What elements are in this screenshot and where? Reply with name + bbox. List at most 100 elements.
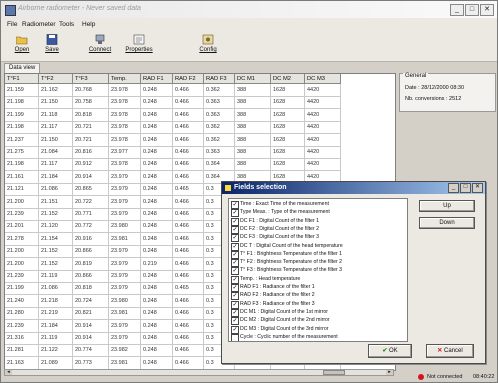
- connect-button[interactable]: Connect: [85, 34, 115, 59]
- table-cell[interactable]: 21.152: [39, 208, 73, 221]
- table-cell[interactable]: 0.248: [141, 146, 173, 159]
- properties-button[interactable]: Properties: [122, 34, 156, 59]
- table-cell[interactable]: 0.248: [141, 133, 173, 147]
- table-cell[interactable]: 0.465: [173, 282, 204, 296]
- field-checkbox[interactable]: ✓: [231, 317, 239, 326]
- table-cell[interactable]: 23.979: [109, 282, 141, 296]
- save-button[interactable]: Save: [41, 34, 63, 59]
- table-cell[interactable]: 1628: [271, 121, 305, 135]
- table-cell[interactable]: 0.248: [141, 121, 173, 135]
- ok-button[interactable]: ✔ OK: [368, 344, 412, 358]
- table-cell[interactable]: 20.914: [73, 332, 109, 345]
- table-cell[interactable]: 20.818: [73, 282, 109, 296]
- table-cell[interactable]: 0.248: [141, 220, 173, 234]
- table-cell[interactable]: 0.248: [141, 245, 173, 259]
- menu-tools[interactable]: Tools: [59, 21, 74, 28]
- table-cell[interactable]: 21.275: [5, 146, 39, 159]
- table-cell[interactable]: 23.980: [109, 220, 141, 234]
- table-cell[interactable]: 0.248: [141, 270, 173, 283]
- table-cell[interactable]: 23.979: [109, 208, 141, 221]
- table-cell[interactable]: 21.162: [39, 84, 73, 97]
- table-cell[interactable]: 4420: [305, 96, 341, 110]
- table-cell[interactable]: 20.914: [73, 319, 109, 333]
- title-bar[interactable]: Airborne radiometer - Never saved data _…: [1, 1, 497, 18]
- table-cell[interactable]: 21.122: [39, 344, 73, 358]
- table-cell[interactable]: 4420: [305, 133, 341, 147]
- field-checkbox[interactable]: ✓: [231, 242, 239, 251]
- table-cell[interactable]: 1628: [271, 146, 305, 159]
- table-cell[interactable]: 21.280: [5, 307, 39, 321]
- field-checkbox[interactable]: ✓: [231, 259, 239, 268]
- column-header[interactable]: DC M1: [235, 74, 271, 84]
- table-cell[interactable]: 20.914: [73, 170, 109, 184]
- table-cell[interactable]: 1628: [271, 96, 305, 110]
- menu-file[interactable]: File: [7, 21, 17, 28]
- table-cell[interactable]: 21.240: [5, 294, 39, 308]
- table-cell[interactable]: 388: [235, 158, 271, 172]
- table-cell[interactable]: 21.200: [5, 195, 39, 209]
- table-cell[interactable]: 21.219: [39, 307, 73, 321]
- column-header[interactable]: RAD F3: [204, 74, 235, 84]
- table-cell[interactable]: 0.466: [173, 84, 204, 97]
- table-cell[interactable]: 21.201: [5, 220, 39, 234]
- table-cell[interactable]: 21.086: [39, 282, 73, 296]
- table-cell[interactable]: 21.152: [39, 245, 73, 259]
- table-cell[interactable]: 0.363: [204, 146, 235, 159]
- menu-radiometer[interactable]: Radiometer: [22, 21, 56, 28]
- table-cell[interactable]: 21.198: [5, 121, 39, 135]
- table-cell[interactable]: 21.084: [39, 146, 73, 159]
- field-checkbox[interactable]: ✓: [231, 267, 239, 276]
- table-cell[interactable]: 0.248: [141, 208, 173, 221]
- table-cell[interactable]: 4420: [305, 146, 341, 159]
- table-cell[interactable]: 0.466: [173, 332, 204, 345]
- table-cell[interactable]: 20.724: [73, 294, 109, 308]
- table-cell[interactable]: 21.239: [5, 208, 39, 221]
- table-cell[interactable]: 0.466: [173, 356, 204, 370]
- dialog-close-button[interactable]: ✕: [472, 183, 483, 193]
- table-cell[interactable]: 0.466: [173, 307, 204, 321]
- table-cell[interactable]: 21.120: [39, 220, 73, 234]
- table-cell[interactable]: 21.278: [5, 232, 39, 246]
- table-cell[interactable]: 0.363: [204, 108, 235, 122]
- table-cell[interactable]: 0.466: [173, 245, 204, 259]
- table-cell[interactable]: 23.981: [109, 232, 141, 246]
- table-cell[interactable]: 0.248: [141, 356, 173, 370]
- table-cell[interactable]: 21.199: [5, 108, 39, 122]
- table-cell[interactable]: 21.163: [5, 356, 39, 370]
- table-cell[interactable]: 23.979: [109, 319, 141, 333]
- table-cell[interactable]: 388: [235, 133, 271, 147]
- table-cell[interactable]: 21.118: [39, 108, 73, 122]
- table-cell[interactable]: 4420: [305, 84, 341, 97]
- table-cell[interactable]: 23.979: [109, 195, 141, 209]
- table-cell[interactable]: 0.466: [173, 208, 204, 221]
- table-cell[interactable]: 21.218: [39, 294, 73, 308]
- table-cell[interactable]: 23.981: [109, 307, 141, 321]
- table-cell[interactable]: 4420: [305, 108, 341, 122]
- table-cell[interactable]: 20.912: [73, 158, 109, 172]
- table-cell[interactable]: 0.248: [141, 96, 173, 110]
- column-header[interactable]: RAD F1: [141, 74, 173, 84]
- field-checkbox[interactable]: ✓: [231, 292, 239, 301]
- table-cell[interactable]: 0.466: [173, 121, 204, 135]
- table-cell[interactable]: 21.121: [5, 183, 39, 197]
- table-cell[interactable]: 0.248: [141, 232, 173, 246]
- field-checkbox[interactable]: ✓: [231, 284, 239, 292]
- table-cell[interactable]: 21.184: [39, 319, 73, 333]
- table-cell[interactable]: 0.362: [204, 84, 235, 97]
- table-cell[interactable]: 21.184: [39, 170, 73, 184]
- table-cell[interactable]: 23.978: [109, 108, 141, 122]
- table-cell[interactable]: 21.150: [39, 96, 73, 110]
- table-cell[interactable]: 0.362: [204, 121, 235, 135]
- table-cell[interactable]: 0.248: [141, 158, 173, 172]
- table-cell[interactable]: 0.248: [141, 332, 173, 345]
- table-cell[interactable]: 21.200: [5, 245, 39, 259]
- table-cell[interactable]: 21.152: [39, 257, 73, 271]
- table-cell[interactable]: 21.086: [39, 183, 73, 197]
- table-cell[interactable]: 0.466: [173, 270, 204, 283]
- table-cell[interactable]: 0.466: [173, 344, 204, 358]
- table-cell[interactable]: 20.818: [73, 108, 109, 122]
- table-cell[interactable]: 0.248: [141, 307, 173, 321]
- table-cell[interactable]: 21.281: [5, 344, 39, 358]
- table-cell[interactable]: 20.866: [73, 270, 109, 283]
- menu-help[interactable]: Help: [82, 21, 95, 28]
